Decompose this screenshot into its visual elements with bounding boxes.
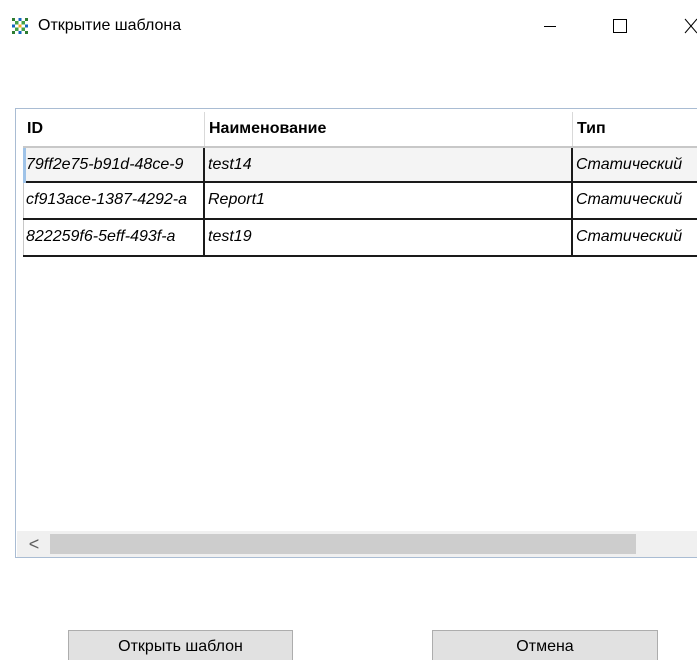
cell-name[interactable]: Report1 <box>205 183 571 218</box>
app-grid-icon <box>11 17 29 35</box>
table-row[interactable]: cf913ace-1387-4292-a Report1 Статический <box>23 183 697 220</box>
table-row[interactable]: 79ff2e75-b91d-48ce-9 test14 Статический <box>23 146 697 183</box>
cell-name[interactable]: test14 <box>205 148 571 183</box>
maximize-button[interactable] <box>597 8 643 44</box>
column-header-type[interactable]: Тип <box>573 112 697 146</box>
grid-content: ID Наименование Тип 79ff2e75-b91d-48ce-9… <box>23 112 697 257</box>
open-template-dialog: Открытие шаблона ID Наименование Тип 79f… <box>0 0 697 660</box>
grid-header-row: ID Наименование Тип <box>23 112 697 146</box>
chevron-left-icon: < <box>28 534 40 554</box>
table-row[interactable]: 822259f6-5eff-493f-a test19 Статический <box>23 220 697 257</box>
column-header-id[interactable]: ID <box>23 112 203 146</box>
window-title: Открытие шаблона <box>38 17 182 34</box>
cell-name[interactable]: test19 <box>205 220 571 255</box>
minimize-button[interactable] <box>527 8 573 44</box>
open-template-button[interactable]: Открыть шаблон <box>68 630 293 660</box>
title-bar[interactable]: Открытие шаблона <box>0 0 697 52</box>
close-icon <box>684 18 697 34</box>
scroll-thumb[interactable] <box>50 534 636 554</box>
maximize-icon <box>613 19 627 33</box>
cell-type[interactable]: Статический <box>573 220 697 255</box>
cell-id[interactable]: 79ff2e75-b91d-48ce-9 <box>23 148 203 183</box>
cancel-button[interactable]: Отмена <box>432 630 658 660</box>
cell-id[interactable]: 822259f6-5eff-493f-a <box>23 220 203 255</box>
horizontal-scrollbar[interactable]: < <box>17 531 697 557</box>
cell-type[interactable]: Статический <box>573 148 697 183</box>
cell-id[interactable]: cf913ace-1387-4292-a <box>23 183 203 218</box>
minimize-icon <box>544 26 556 27</box>
column-header-name[interactable]: Наименование <box>205 112 571 146</box>
scroll-left-button[interactable]: < <box>21 531 47 557</box>
templates-grid[interactable]: ID Наименование Тип 79ff2e75-b91d-48ce-9… <box>15 108 697 558</box>
close-button[interactable] <box>663 8 697 44</box>
cell-type[interactable]: Статический <box>573 183 697 218</box>
